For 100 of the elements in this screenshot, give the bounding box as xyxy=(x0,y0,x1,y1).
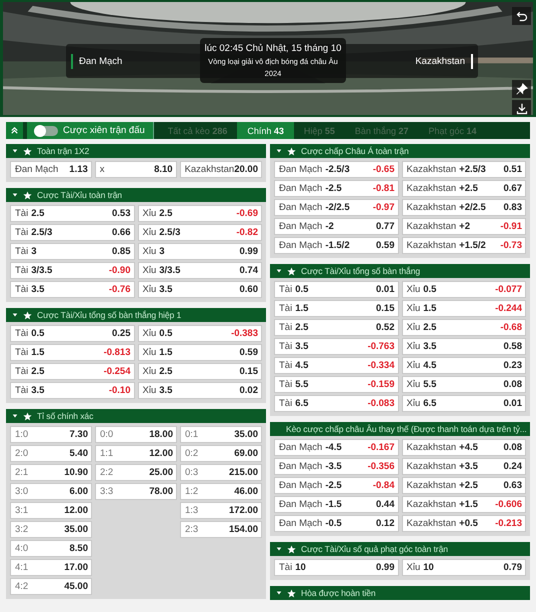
odds-cell[interactable]: Xỉu 0.5 -0.383 xyxy=(138,325,262,342)
odds-cell[interactable]: 2:3 154.00 xyxy=(180,521,262,538)
odds-cell[interactable]: 4:0 8.50 xyxy=(10,540,92,557)
odds-cell[interactable]: 2:2 25.00 xyxy=(95,464,177,481)
odds-cell[interactable]: 2:1 10.90 xyxy=(10,464,92,481)
odds-cell[interactable]: 0:3 215.00 xyxy=(180,464,262,481)
collapse-button[interactable] xyxy=(6,122,23,139)
odds-cell[interactable]: Đan Mạch -1.5 0.44 xyxy=(274,496,398,513)
odds-cell[interactable]: Xỉu 10 0.79 xyxy=(402,559,526,576)
section-header[interactable]: Cược Tài/Xỉu toàn trận xyxy=(6,188,266,202)
odds-cell[interactable]: Đan Mạch -1.5/2 0.59 xyxy=(274,237,398,254)
odds-cell[interactable]: Xỉu 6.5 0.01 xyxy=(402,395,526,412)
odds-cell[interactable]: Xỉu 3.5 0.60 xyxy=(138,281,262,298)
toggle-switch[interactable] xyxy=(34,126,58,136)
odds-cell[interactable]: Tài 0.5 0.25 xyxy=(10,325,134,342)
odds-cell[interactable]: Tài 0.5 0.01 xyxy=(274,281,398,298)
odds-cell[interactable]: Xỉu 5.5 0.08 xyxy=(402,376,526,393)
odds-cell[interactable]: Tài 1.5 0.15 xyxy=(274,300,398,317)
score-label: 4:0 xyxy=(15,543,28,554)
score-label: 2:3 xyxy=(185,524,198,535)
odds-cell[interactable]: Đan Mạch 1.13 xyxy=(10,161,92,178)
odds-cell[interactable]: Đan Mạch -2.5/3 -0.65 xyxy=(274,161,398,178)
section-header[interactable]: Cược Tài/Xỉu số quả phạt góc toàn trận xyxy=(270,542,530,556)
odds-cell[interactable]: Xỉu 3 0.99 xyxy=(138,243,262,260)
odds-cell[interactable]: Kazakhstan +3.5 0.24 xyxy=(402,458,526,475)
odds-cell[interactable]: Đan Mạch -2.5 -0.81 xyxy=(274,180,398,197)
section-header[interactable]: Hòa được hoàn tiền xyxy=(270,586,530,600)
odds-cell[interactable]: Xỉu 3.5 0.58 xyxy=(402,338,526,355)
odds-cell[interactable]: Xỉu 2.5 0.15 xyxy=(138,363,262,380)
odds-cell[interactable]: 3:1 12.00 xyxy=(10,502,92,519)
odds-cell[interactable]: Xỉu 2.5/3 -0.82 xyxy=(138,224,262,241)
odds-cell[interactable]: 0:1 35.00 xyxy=(180,426,262,443)
odds-cell[interactable]: 3:2 35.00 xyxy=(10,521,92,538)
odds-cell[interactable]: Xỉu 1.5 -0.244 xyxy=(402,300,526,317)
section-header[interactable]: Cược chấp Châu Á toàn trận xyxy=(270,144,530,158)
odds-cell[interactable]: Kazakhstan +2.5 0.63 xyxy=(402,477,526,494)
odds-cell[interactable]: Đan Mạch -3.5 -0.356 xyxy=(274,458,398,475)
section-header[interactable]: Toàn trận 1X2 xyxy=(6,144,266,158)
section-header[interactable]: Cược Tài/Xỉu tổng số bàn thắng hiệp 1 xyxy=(6,308,266,322)
market-tab[interactable]: Chính 43 xyxy=(237,122,294,139)
odds-cell[interactable]: Tài 5.5 -0.159 xyxy=(274,376,398,393)
odds-cell[interactable]: Kazakhstan +2/2.5 0.83 xyxy=(402,199,526,216)
odds-cell[interactable]: Xỉu 2.5 -0.68 xyxy=(402,319,526,336)
odds-cell[interactable]: Tài 2.5 0.52 xyxy=(274,319,398,336)
odds-cell[interactable]: 2:0 5.40 xyxy=(10,445,92,462)
section-header[interactable]: Tỉ số chính xác xyxy=(6,409,266,423)
section-header[interactable]: Cược Tài/Xỉu tổng số bàn thắng xyxy=(270,264,530,278)
odds-cell[interactable]: 1:0 7.30 xyxy=(10,426,92,443)
section-title: Tỉ số chính xác xyxy=(37,411,94,421)
odds-cell[interactable]: 1:2 46.00 xyxy=(180,483,262,500)
odds-cell[interactable]: 3:0 6.00 xyxy=(10,483,92,500)
odds-cell[interactable]: Kazakhstan +2 -0.91 xyxy=(402,218,526,235)
odds-cell[interactable]: Xỉu 1.5 0.59 xyxy=(138,344,262,361)
odds-cell[interactable]: Xỉu 4.5 0.23 xyxy=(402,357,526,374)
odds-cell[interactable]: x 8.10 xyxy=(94,161,177,178)
odds-cell[interactable]: Xỉu 2.5 -0.69 xyxy=(138,205,262,222)
odds-cell[interactable]: Tài 2.5 0.53 xyxy=(10,205,134,222)
odds-cell[interactable]: Kazakhstan20.00 xyxy=(180,161,262,178)
download-button[interactable] xyxy=(512,100,531,115)
odds-value: 0.15 xyxy=(376,303,394,314)
odds-cell[interactable]: Kazakhstan +1.5 -0.606 xyxy=(402,496,526,513)
odds-cell[interactable]: Đan Mạch -2 0.77 xyxy=(274,218,398,235)
odds-cell[interactable]: Kazakhstan +4.5 0.08 xyxy=(402,439,526,456)
download-icon xyxy=(516,103,528,115)
odds-cell[interactable]: Kazakhstan +2.5 0.67 xyxy=(402,180,526,197)
odds-cell[interactable]: Đan Mạch -2.5 -0.84 xyxy=(274,477,398,494)
odds-cell[interactable]: Tài 3 0.85 xyxy=(10,243,134,260)
odds-cell[interactable]: Tài 3/3.5 -0.90 xyxy=(10,262,134,279)
odds-cell[interactable]: Xỉu 3.5 0.02 xyxy=(138,382,262,399)
odds-cell[interactable]: Tài 3.5 -0.76 xyxy=(10,281,134,298)
odds-cell[interactable]: Kazakhstan +2.5/3 0.51 xyxy=(402,161,526,178)
odds-value: -0.383 xyxy=(231,328,258,339)
odds-cell[interactable]: Đan Mạch -2/2.5 -0.97 xyxy=(274,199,398,216)
odds-cell[interactable]: 0:2 69.00 xyxy=(180,445,262,462)
odds-cell[interactable]: 3:3 78.00 xyxy=(95,483,177,500)
odds-cell[interactable]: Tài 3.5 -0.763 xyxy=(274,338,398,355)
caret-icon xyxy=(276,268,282,274)
section-title: Kèo cược chấp châu Âu thay thế (Được thanh toán dựa trên tỷ... xyxy=(286,424,527,434)
odds-cell[interactable]: Xỉu 3/3.5 0.74 xyxy=(138,262,262,279)
odds-cell[interactable]: Tài 2.5/3 0.66 xyxy=(10,224,134,241)
odds-cell[interactable]: 0:0 18.00 xyxy=(95,426,177,443)
pin-button[interactable] xyxy=(512,80,531,98)
odds-cell[interactable]: Đan Mạch -0.5 0.12 xyxy=(274,515,398,532)
odds-cell[interactable]: Tài 1.5 -0.813 xyxy=(10,344,134,361)
odds-cell[interactable]: 1:3 172.00 xyxy=(180,502,262,519)
selection-label: Đan Mạch -2.5 xyxy=(279,183,342,194)
odds-cell[interactable]: Kazakhstan +0.5 -0.213 xyxy=(402,515,526,532)
odds-cell[interactable]: 4:1 17.00 xyxy=(10,559,92,576)
section-header[interactable]: Kèo cược chấp châu Âu thay thế (Được thanh toán dựa trên tỷ... xyxy=(270,422,530,436)
odds-cell[interactable]: Kazakhstan +1.5/2 -0.73 xyxy=(402,237,526,254)
back-button[interactable] xyxy=(512,7,531,25)
odds-cell[interactable]: Tài 6.5 -0.083 xyxy=(274,395,398,412)
odds-cell[interactable]: Tài 10 0.99 xyxy=(274,559,398,576)
odds-cell[interactable]: Đan Mạch -4.5 -0.167 xyxy=(274,439,398,456)
odds-cell[interactable]: Xỉu 0.5 -0.077 xyxy=(402,281,526,298)
odds-cell[interactable]: Tài 2.5 -0.254 xyxy=(10,363,134,380)
odds-cell[interactable]: 4:2 45.00 xyxy=(10,578,92,595)
odds-cell[interactable]: 1:1 12.00 xyxy=(95,445,177,462)
odds-cell[interactable]: Tài 4.5 -0.334 xyxy=(274,357,398,374)
odds-cell[interactable]: Tài 3.5 -0.10 xyxy=(10,382,134,399)
